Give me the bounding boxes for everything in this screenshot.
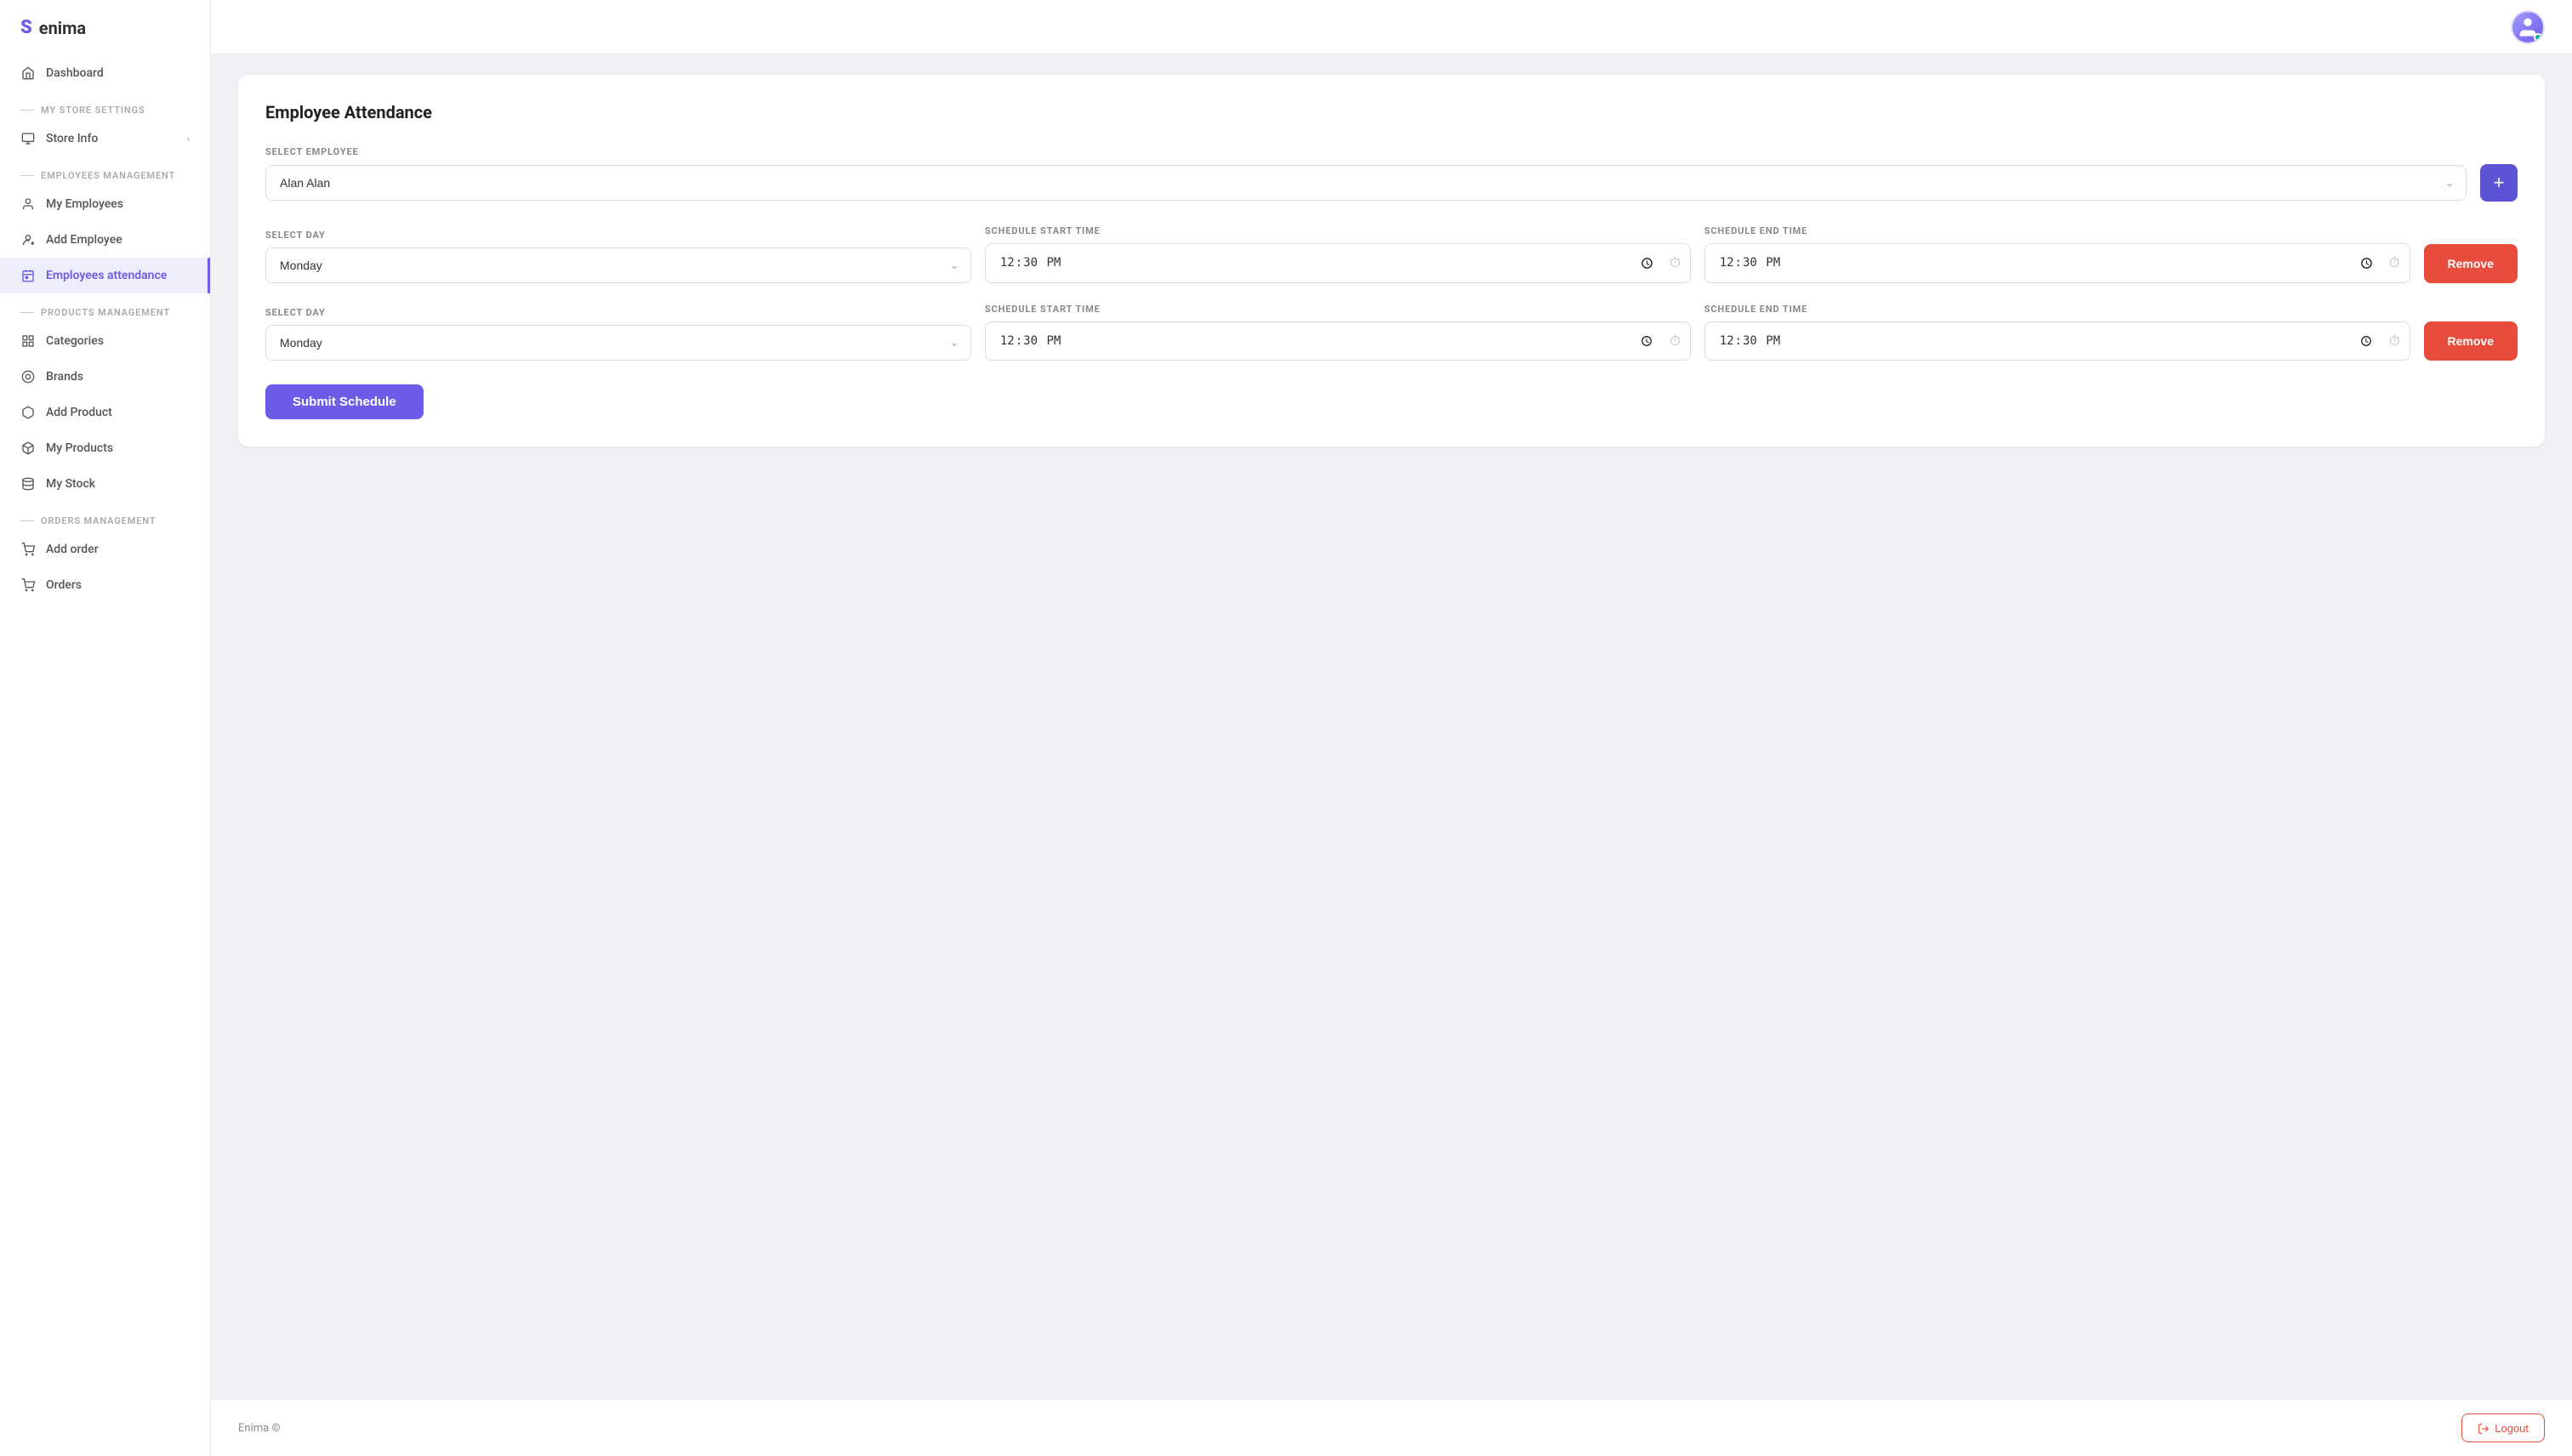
add-product-icon [20,405,36,420]
schedule-rows-container: SELECT DAY Monday Tuesday Wednesday Thur… [265,225,2518,361]
end-time-wrapper-1: ⏱ [1704,243,2410,283]
page-title: Employee Attendance [265,102,2518,122]
sidebar-item-my-employees[interactable]: My Employees [0,186,210,222]
day-select-2[interactable]: Monday Tuesday Wednesday Thursday Friday… [265,325,971,361]
sidebar-item-store-info[interactable]: Store Info › [0,121,210,156]
start-time-input-2[interactable] [985,321,1691,361]
sidebar-item-label: Dashboard [46,66,104,80]
end-time-label-2: SCHEDULE END TIME [1704,304,2410,315]
section-employees: EMPLOYEES MANAGEMENT [0,156,210,186]
select-day-label-2: SELECT DAY [265,307,971,318]
employee-attendance-card: Employee Attendance SELECT EMPLOYEE Alan… [238,75,2545,446]
person-icon [20,196,36,212]
employee-select-wrapper: Alan Alan ⌄ [265,165,2467,201]
add-person-icon [20,232,36,247]
sidebar-item-label: My Products [46,441,113,455]
sidebar-item-label: Employees attendance [46,269,167,282]
select-employee-label: SELECT EMPLOYEE [265,146,2518,157]
logout-icon [2478,1421,2489,1435]
avatar[interactable] [2511,10,2545,44]
sidebar-item-my-products[interactable]: My Products [0,430,210,466]
select-employee-section: SELECT EMPLOYEE Alan Alan ⌄ + [265,146,2518,202]
day-select-wrapper-1: Monday Tuesday Wednesday Thursday Friday… [265,247,971,283]
grid-icon [20,333,36,349]
sidebar-item-add-order[interactable]: Add order [0,532,210,567]
sidebar-item-label: Store Info [46,132,98,145]
my-products-icon [20,441,36,456]
start-time-label-1: SCHEDULE START TIME [985,225,1691,236]
store-icon [20,131,36,146]
remove-button-2[interactable]: Remove [2424,321,2518,361]
stock-icon [20,476,36,492]
end-time-input-2[interactable] [1704,321,2410,361]
sidebar: S enima Dashboard MY STORE SETTINGS Stor… [0,0,211,1456]
schedule-row: SELECT DAY Monday Tuesday Wednesday Thur… [265,304,2518,361]
sidebar-item-dashboard[interactable]: Dashboard [0,55,210,91]
start-time-label-2: SCHEDULE START TIME [985,304,1691,315]
end-time-label-1: SCHEDULE END TIME [1704,225,2410,236]
sidebar-item-brands[interactable]: Brands [0,359,210,395]
employee-select[interactable]: Alan Alan [265,165,2467,201]
orders-icon [20,577,36,593]
logo-icon: S [20,17,32,38]
add-row-button[interactable]: + [2480,164,2518,202]
start-time-wrapper-1: ⏱ [985,243,1691,283]
sidebar-item-my-stock[interactable]: My Stock [0,466,210,502]
section-store-settings: MY STORE SETTINGS [0,91,210,121]
select-day-label-1: SELECT DAY [265,230,971,241]
start-time-col-2: SCHEDULE START TIME ⏱ [985,304,1691,361]
sidebar-item-employees-attendance[interactable]: Employees attendance [0,258,210,293]
day-select-1[interactable]: Monday Tuesday Wednesday Thursday Friday… [265,247,971,283]
day-select-wrapper-2: Monday Tuesday Wednesday Thursday Friday… [265,325,971,361]
calendar-icon [20,268,36,283]
start-time-wrapper-2: ⏱ [985,321,1691,361]
start-time-input-1[interactable] [985,243,1691,283]
main-content: Employee Attendance SELECT EMPLOYEE Alan… [211,0,2572,1456]
footer-copyright: Enima © [238,1422,281,1435]
chevron-right-icon: › [186,133,190,145]
logout-label: Logout [2495,1422,2529,1435]
sidebar-item-label: Add Product [46,406,112,419]
sidebar-item-label: Add order [46,543,99,556]
remove-col-1: Remove [2424,244,2518,283]
end-time-col-1: SCHEDULE END TIME ⏱ [1704,225,2410,283]
sidebar-item-label: Add Employee [46,233,122,247]
tag-icon [20,369,36,384]
sidebar-item-label: My Employees [46,197,123,211]
logout-button[interactable]: Logout [2461,1413,2545,1442]
online-indicator [2534,33,2542,42]
section-orders: ORDERS MANAGEMENT [0,502,210,532]
app-name: enima [39,18,86,38]
sidebar-item-label: My Stock [46,477,95,491]
sidebar-item-label: Orders [46,578,82,592]
section-products: PRODUCTS MANAGEMENT [0,293,210,323]
schedule-row: SELECT DAY Monday Tuesday Wednesday Thur… [265,225,2518,283]
sidebar-item-label: Brands [46,370,83,384]
cart-icon [20,542,36,557]
sidebar-item-add-product[interactable]: Add Product [0,395,210,430]
end-time-wrapper-2: ⏱ [1704,321,2410,361]
sidebar-item-label: Categories [46,334,104,348]
sidebar-item-categories[interactable]: Categories [0,323,210,359]
top-header [211,0,2572,54]
remove-col-2: Remove [2424,321,2518,361]
sidebar-item-orders[interactable]: Orders [0,567,210,603]
day-col-1: SELECT DAY Monday Tuesday Wednesday Thur… [265,230,971,283]
footer: Enima © Logout [211,1399,2572,1456]
day-col-2: SELECT DAY Monday Tuesday Wednesday Thur… [265,307,971,361]
end-time-input-1[interactable] [1704,243,2410,283]
page-area: Employee Attendance SELECT EMPLOYEE Alan… [211,54,2572,1399]
start-time-col-1: SCHEDULE START TIME ⏱ [985,225,1691,283]
home-icon [20,65,36,81]
remove-button-1[interactable]: Remove [2424,244,2518,283]
end-time-col-2: SCHEDULE END TIME ⏱ [1704,304,2410,361]
sidebar-item-add-employee[interactable]: Add Employee [0,222,210,258]
logo: S enima [0,0,210,55]
submit-schedule-button[interactable]: Submit Schedule [265,384,424,419]
